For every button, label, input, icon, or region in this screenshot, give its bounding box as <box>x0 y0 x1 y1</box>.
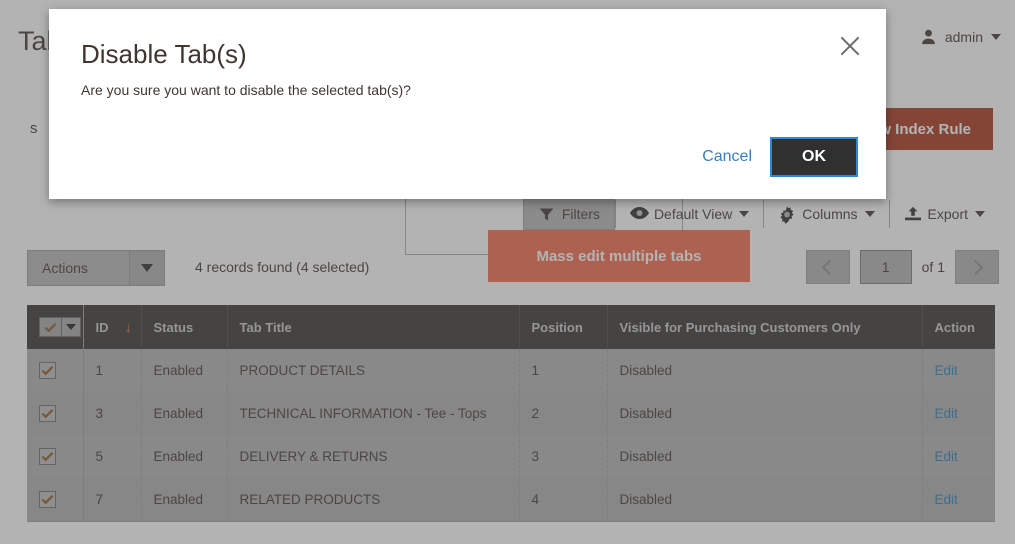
close-icon[interactable] <box>835 31 865 61</box>
ok-button[interactable]: OK <box>770 137 858 177</box>
app-root: Tabs admin s Add New Index Rule Filters … <box>0 0 1015 544</box>
modal-title: Disable Tab(s) <box>81 39 247 69</box>
modal-message: Are you sure you want to disable the sel… <box>81 82 411 98</box>
cancel-button[interactable]: Cancel <box>702 148 752 166</box>
disable-tabs-modal: Disable Tab(s) Are you sure you want to … <box>49 9 886 199</box>
modal-actions: Cancel OK <box>702 137 858 177</box>
